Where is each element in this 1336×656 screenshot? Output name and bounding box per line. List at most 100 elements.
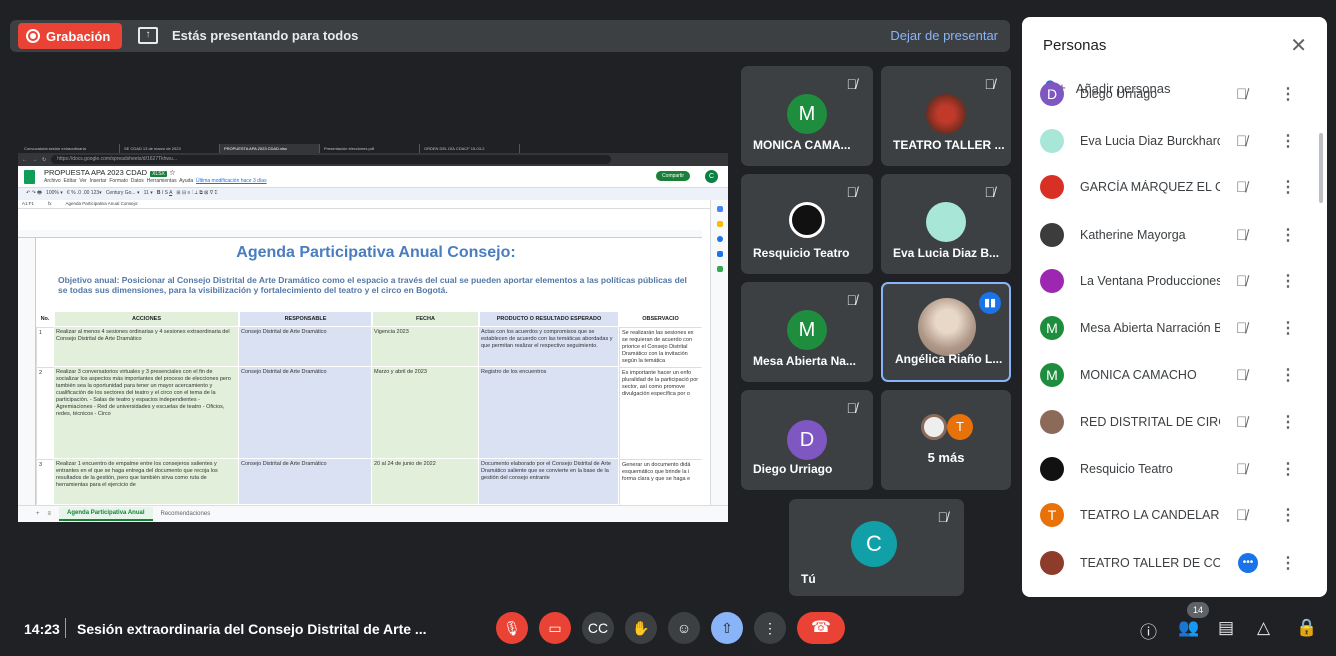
- participant-name: Eva Lucia Diaz B...: [893, 246, 1000, 260]
- sheets-toolbar: ↶ ↷ 🖶 100% ▾ € % .0 .00 123▾ Century Go.…: [18, 188, 728, 200]
- participant-list-item[interactable]: M Mesa Abierta Narración B... 🎙̸ ⋮: [1040, 308, 1320, 348]
- avatar: [1040, 457, 1064, 481]
- mic-toggle-button[interactable]: 🎙: [496, 612, 528, 644]
- mic-off-icon: 🎙̸: [846, 292, 858, 308]
- camera-off-icon: ▭: [548, 620, 562, 636]
- sheet-title: Agenda Participativa Anual Consejo:: [236, 244, 516, 261]
- avatar: D: [1040, 82, 1064, 106]
- participant-list-item[interactable]: D Diego Urriago 🎙̸ ⋮: [1040, 74, 1320, 114]
- captions-button[interactable]: CC: [582, 612, 614, 644]
- fx-icon: fx: [48, 201, 52, 206]
- participant-tile[interactable]: 🎙̸ Eva Lucia Diaz B...: [881, 174, 1011, 274]
- more-vert-icon[interactable]: ⋮: [1280, 412, 1296, 432]
- more-count: 5 más: [927, 450, 965, 465]
- table-cell: 3: [36, 459, 54, 505]
- hand-icon: ✋: [632, 620, 650, 636]
- xlsx-badge: XLSX: [150, 171, 167, 177]
- participant-list-item[interactable]: La Ventana Producciones 🎙̸ ⋮: [1040, 261, 1320, 301]
- participant-tile-speaking[interactable]: ▮▮ Angélica Riaño L...: [881, 282, 1011, 382]
- more-vert-icon[interactable]: ⋮: [1280, 84, 1296, 104]
- header-cell: PRODUCTO O RESULTADO ESPERADO: [479, 311, 619, 327]
- participant-name: TEATRO LA CANDELARIA: [1080, 508, 1220, 522]
- chat-button[interactable]: ▤: [1218, 618, 1234, 638]
- avatar: [921, 414, 947, 440]
- menu-item: Editar: [63, 178, 77, 184]
- header-cell: FECHA: [372, 311, 479, 327]
- mic-off-icon: 🎙̸: [984, 184, 996, 200]
- formula-bar: A1:F1 fx Agenda Participativa Anual Consej…: [18, 200, 728, 209]
- avatar: [1040, 129, 1064, 153]
- host-controls-button[interactable]: 🔒: [1296, 618, 1317, 638]
- people-button[interactable]: 👥: [1178, 618, 1199, 638]
- more-vert-icon[interactable]: ⋮: [1280, 318, 1296, 338]
- avatar: [789, 202, 825, 238]
- avatar: [1040, 175, 1064, 199]
- camera-toggle-button[interactable]: ▭: [539, 612, 571, 644]
- more-vert-icon[interactable]: ⋮: [1280, 459, 1296, 479]
- more-participants-tile[interactable]: T 5 más: [881, 390, 1011, 490]
- more-vert-icon[interactable]: ⋮: [1280, 505, 1296, 525]
- stop-presenting-button[interactable]: Dejar de presentar: [890, 28, 998, 43]
- browser-tab-active: PROPUESTA APA 2023 CDAD.xlsx: [220, 144, 320, 153]
- participant-name: GARCÍA MÁRQUEZ EL OR...: [1080, 180, 1220, 194]
- table-cell: Es importante hacer un enfo pluralidad d…: [619, 367, 702, 459]
- table-cell: Consejo Distrital de Arte Dramático: [239, 327, 372, 367]
- speaking-indicator-icon: ▮▮: [979, 292, 1001, 314]
- participant-list-item[interactable]: Resquicio Teatro 🎙̸ ⋮: [1040, 449, 1320, 489]
- participant-tile[interactable]: 🎙̸ Resquicio Teatro: [741, 174, 873, 274]
- mic-off-icon: 🎙̸: [937, 509, 949, 525]
- chat-icon: ▤: [1218, 618, 1235, 637]
- avatar: [1040, 551, 1064, 575]
- reactions-button[interactable]: ☺: [668, 612, 700, 644]
- more-vert-icon[interactable]: ⋮: [1280, 177, 1296, 197]
- more-options-button[interactable]: ⋮: [754, 612, 786, 644]
- participant-list-item[interactable]: Eva Lucia Diaz Burckhardt 🎙̸ ⋮: [1040, 121, 1320, 161]
- participant-name: Resquicio Teatro: [753, 246, 850, 260]
- meeting-info-button[interactable]: ⓘ: [1140, 618, 1157, 643]
- last-edit-link: Última modificación hace 3 días: [196, 178, 267, 184]
- participant-list-item[interactable]: Katherine Mayorga 🎙̸ ⋮: [1040, 215, 1320, 255]
- avatar: M: [1040, 316, 1064, 340]
- menu-item: Datos: [130, 178, 144, 184]
- header-cell: ACCIONES: [54, 311, 239, 327]
- more-vert-icon[interactable]: ⋮: [1280, 131, 1296, 151]
- more-vert-icon[interactable]: ⋮: [1280, 271, 1296, 291]
- more-vert-icon[interactable]: ⋮: [1280, 365, 1296, 385]
- participant-name: Mesa Abierta Narración B...: [1080, 321, 1220, 335]
- avatar: [1040, 269, 1064, 293]
- participant-name: Diego Urriago: [1080, 87, 1158, 101]
- participant-name: TEATRO TALLER DE COL...: [1080, 556, 1220, 570]
- meeting-time: 14:23: [24, 621, 60, 637]
- raise-hand-button[interactable]: ✋: [625, 612, 657, 644]
- doc-title: PROPUESTA APA 2023 CDAD XLSX ☆: [44, 168, 176, 177]
- shared-screen: Convocatoria sesión extraordinaria SE CD…: [18, 140, 728, 522]
- table-cell: Vigencia 2023: [372, 327, 479, 367]
- participant-list-item[interactable]: TEATRO TALLER DE COL... ••• ⋮: [1040, 543, 1320, 583]
- activities-button[interactable]: △: [1257, 618, 1270, 638]
- browser-tab: Presentación elecciones.pdf: [320, 144, 420, 153]
- participant-name: Eva Lucia Diaz Burckhardt: [1080, 134, 1220, 148]
- participant-tile[interactable]: 🎙̸ D Diego Urriago: [741, 390, 873, 490]
- participant-list-item[interactable]: GARCÍA MÁRQUEZ EL OR... 🎙̸ ⋮: [1040, 167, 1320, 207]
- table-cell: 2: [36, 367, 54, 459]
- sheets-side-panel: [710, 200, 728, 510]
- participant-tile[interactable]: 🎙̸ M Mesa Abierta Na...: [741, 282, 873, 382]
- recording-button[interactable]: Grabación: [18, 23, 123, 49]
- participant-list-item[interactable]: M MONICA CAMACHO 🎙̸ ⋮: [1040, 355, 1320, 395]
- end-call-button[interactable]: ☎: [797, 612, 845, 644]
- header-cell: RESPONSABLE: [239, 311, 372, 327]
- table-row: 2 Realizar 3 conversatorios virtuales y …: [36, 367, 702, 459]
- close-icon[interactable]: ✕: [1290, 33, 1307, 58]
- more-vert-icon[interactable]: ⋮: [1280, 225, 1296, 245]
- mic-off-icon: 🎙̸: [1236, 178, 1248, 196]
- participant-tile[interactable]: 🎙̸ M MONICA CAMA...: [741, 66, 873, 166]
- participant-list-item[interactable]: RED DISTRITAL DE CIRCO... 🎙̸ ⋮: [1040, 402, 1320, 442]
- participant-tile[interactable]: 🎙̸ TEATRO TALLER ...: [881, 66, 1011, 166]
- table-row: 1 Realizar al menos 4 sesiones ordinaria…: [36, 327, 702, 367]
- participant-name: Mesa Abierta Na...: [753, 354, 856, 368]
- present-button[interactable]: ⇧: [711, 612, 743, 644]
- more-vert-icon[interactable]: ⋮: [1280, 553, 1296, 573]
- participant-list-item[interactable]: T TEATRO LA CANDELARIA 🎙̸ ⋮: [1040, 495, 1320, 535]
- sheet-tab-active: Agenda Participativa Anual: [59, 507, 153, 521]
- self-tile[interactable]: 🎙̸ C Tú: [789, 499, 964, 596]
